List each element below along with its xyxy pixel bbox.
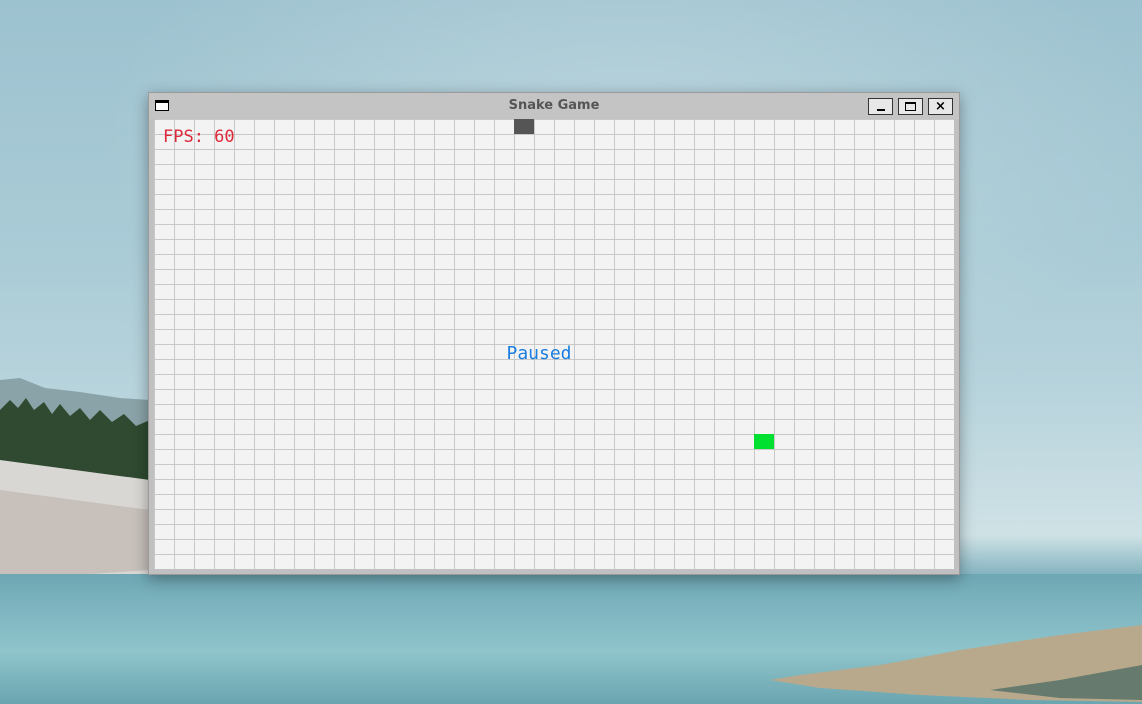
game-board[interactable]: FPS: 60 Paused bbox=[154, 119, 954, 569]
window-titlebar[interactable]: Snake Game × bbox=[149, 93, 959, 119]
minimize-icon bbox=[877, 109, 885, 111]
paused-label: Paused bbox=[506, 343, 572, 364]
minimize-button[interactable] bbox=[868, 98, 893, 115]
close-button[interactable]: × bbox=[928, 98, 953, 115]
food-pellet bbox=[754, 434, 774, 449]
maximize-button[interactable] bbox=[898, 98, 923, 115]
grass-bank bbox=[770, 625, 1142, 702]
snake-segment bbox=[514, 119, 534, 134]
close-icon: × bbox=[935, 99, 946, 114]
maximize-icon bbox=[905, 102, 916, 111]
snake-game-window: Snake Game × FPS: 60 Paused bbox=[148, 92, 960, 575]
window-title: Snake Game bbox=[508, 98, 600, 113]
fps-counter: FPS: 60 bbox=[163, 127, 235, 147]
